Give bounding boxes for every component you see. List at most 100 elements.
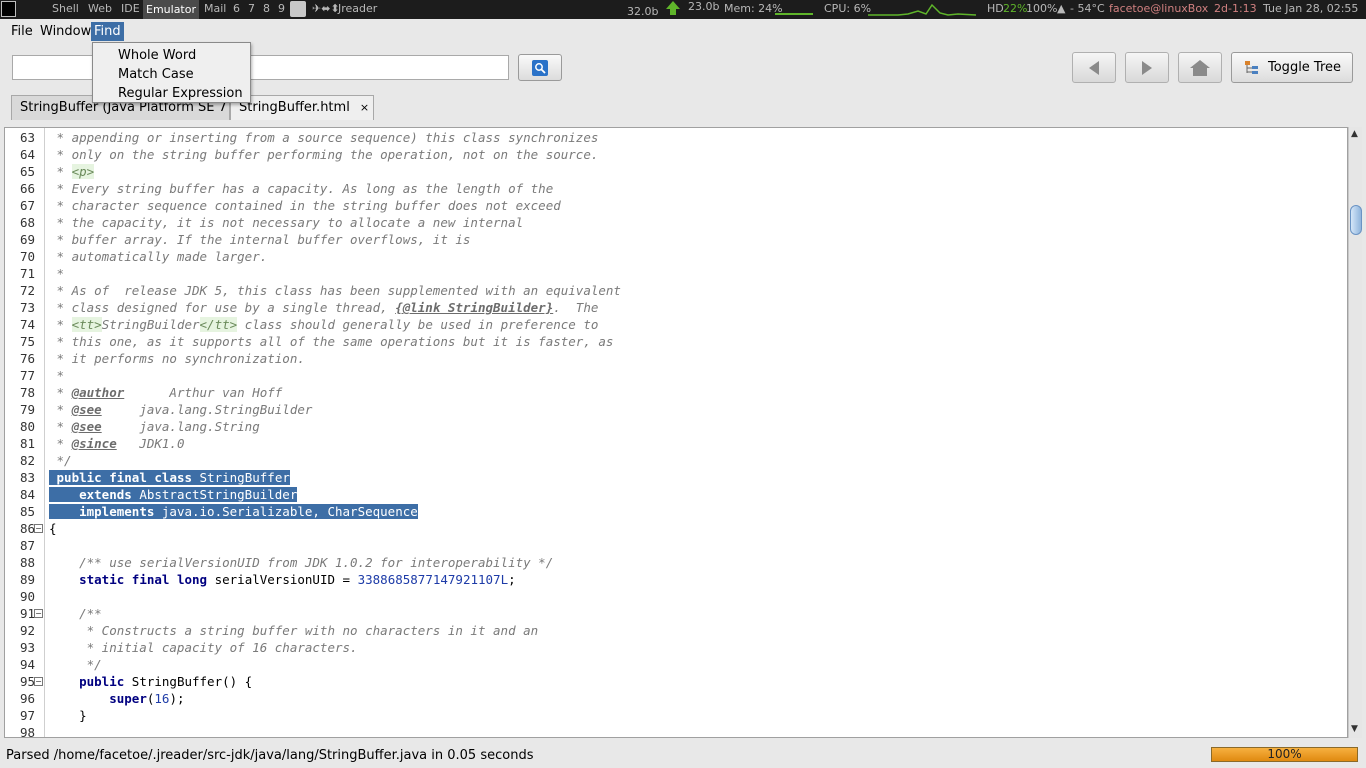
workspace-indicator-icon <box>1 1 16 17</box>
code-line: * appending or inserting from a source s… <box>49 130 599 145</box>
search-input[interactable] <box>12 55 509 80</box>
forward-button[interactable] <box>1125 52 1169 83</box>
code-line: * @see java.lang.StringBuilder <box>49 402 313 417</box>
code-line: * only on the string buffer performing t… <box>49 147 599 162</box>
hd-usage: 22% <box>1003 2 1028 15</box>
cpu-usage: CPU: 6% <box>824 2 872 15</box>
workspace-emulator[interactable]: Emulator <box>143 0 199 19</box>
workspace-8[interactable]: 8 <box>263 2 270 15</box>
menu-file[interactable]: File <box>8 22 36 41</box>
workspace-9[interactable]: 9 <box>278 2 285 15</box>
workspace-mail[interactable]: Mail <box>204 2 226 15</box>
line-number: 89 <box>19 572 35 587</box>
code-line: public final class StringBuffer <box>49 469 290 486</box>
code-line: * buffer array. If the internal buffer o… <box>49 232 471 247</box>
code-line: * <tt>StringBuilder</tt> class should ge… <box>49 317 599 332</box>
line-number: 69 <box>19 232 35 247</box>
search-button[interactable] <box>518 54 562 81</box>
home-button[interactable] <box>1178 52 1222 83</box>
fold-toggle-icon[interactable]: − <box>34 609 43 618</box>
temperature: - 54°C <box>1070 2 1105 15</box>
code-line: * <box>49 368 65 383</box>
net-down: 32.0b <box>627 5 659 18</box>
line-number: 87 <box>19 538 35 553</box>
code-line: /** <box>49 606 102 621</box>
line-number: 80 <box>19 419 35 434</box>
scroll-up-icon[interactable]: ▲ <box>1351 129 1358 139</box>
line-number: 81 <box>19 436 35 451</box>
source-editor[interactable]: 63 64 65 66 67 68 69 70 71 72 73 74 75 76 77 78 79 80 81 82… <box>4 127 1348 738</box>
forward-arrow-icon <box>1142 60 1152 75</box>
line-number: 70 <box>19 249 35 264</box>
line-number: 72 <box>19 283 35 298</box>
code-line: * it performs no synchronization. <box>49 351 305 366</box>
workspace-7[interactable]: 7 <box>248 2 255 15</box>
fold-toggle-icon[interactable]: − <box>34 524 43 533</box>
mem-graph <box>775 13 813 15</box>
workspace-web[interactable]: Web <box>88 2 112 15</box>
hd-label: HD <box>987 2 1004 15</box>
line-number: 85 <box>19 504 35 519</box>
code-line: } <box>49 708 87 723</box>
line-number: 79 <box>19 402 35 417</box>
line-number: 82 <box>19 453 35 468</box>
line-number: 92 <box>19 623 35 638</box>
code-line: public StringBuffer() { <box>79 674 253 689</box>
toggle-tree-label: Toggle Tree <box>1268 60 1342 75</box>
status-text: Parsed /home/facetoe/.jreader/src-jdk/ja… <box>6 748 534 763</box>
line-number: 77 <box>19 368 35 383</box>
user-host: facetoe@linuxBox <box>1109 2 1209 15</box>
toggle-tree-button[interactable]: Toggle Tree <box>1231 52 1353 83</box>
menu-item-regular-expression[interactable]: Regular Expression <box>118 86 243 101</box>
line-number: 98 <box>19 725 35 738</box>
home-icon <box>1190 59 1210 76</box>
code-line: * As of release JDK 5, this class has be… <box>49 283 621 298</box>
fold-toggle-icon[interactable]: − <box>34 677 43 686</box>
code-line: * Constructs a string buffer with no cha… <box>49 623 539 638</box>
cpu-graph <box>868 3 976 16</box>
menu-window[interactable]: Window <box>37 22 94 41</box>
vertical-scrollbar[interactable]: ▲ ▼ <box>1348 127 1362 738</box>
progress-bar: 100% <box>1211 747 1358 762</box>
line-number: 71 <box>19 266 35 281</box>
tree-icon <box>1245 60 1258 74</box>
line-number: 95 <box>19 674 35 689</box>
line-number: 88 <box>19 555 35 570</box>
mem-usage: Mem: 24% <box>724 2 783 15</box>
workspace-ide[interactable]: IDE <box>121 2 140 15</box>
line-number: 93 <box>19 640 35 655</box>
line-number: 65 <box>19 164 35 179</box>
search-icon <box>532 59 548 76</box>
line-number: 96 <box>19 691 35 706</box>
menu-find[interactable]: Find <box>91 22 124 41</box>
net-up: 23.0b <box>688 0 720 13</box>
menu-item-match-case[interactable]: Match Case <box>118 67 194 82</box>
code-line: { <box>49 521 57 536</box>
workspace-shell[interactable]: Shell <box>52 2 79 15</box>
workspace-6[interactable]: 6 <box>233 2 240 15</box>
line-number: 86 <box>19 521 35 536</box>
find-dropdown-menu: Whole Word Match Case Regular Expression <box>92 42 251 103</box>
line-number: 78 <box>19 385 35 400</box>
code-line: * @since JDK1.0 <box>49 436 185 451</box>
code-line: implements java.io.Serializable, CharSeq… <box>49 503 418 520</box>
code-line: extends AbstractStringBuilder <box>49 486 298 503</box>
menu-item-whole-word[interactable]: Whole Word <box>118 48 196 63</box>
scroll-down-icon[interactable]: ▼ <box>1351 724 1358 734</box>
tab-stringbuffer-html[interactable]: StringBuffer.html × <box>230 95 374 120</box>
scrollbar-thumb[interactable] <box>1350 205 1362 235</box>
line-number: 84 <box>19 487 35 502</box>
line-number: 76 <box>19 351 35 366</box>
code-line: * initial capacity of 16 characters. <box>49 640 358 655</box>
code-line: * @see java.lang.String <box>49 419 260 434</box>
progress-label: 100% <box>1267 747 1302 761</box>
back-arrow-icon <box>1089 60 1099 75</box>
line-number: 94 <box>19 657 35 672</box>
line-number: 97 <box>19 708 35 723</box>
system-status-bar: Shell Web IDE Emulator Mail 6 7 8 9 ✈⬌⬍ … <box>0 0 1366 19</box>
line-number: 67 <box>19 198 35 213</box>
code-line: * @author Arthur van Hoff <box>49 385 283 400</box>
back-button[interactable] <box>1072 52 1116 83</box>
close-icon[interactable]: × <box>360 101 369 114</box>
code-line: * automatically made larger. <box>49 249 268 264</box>
